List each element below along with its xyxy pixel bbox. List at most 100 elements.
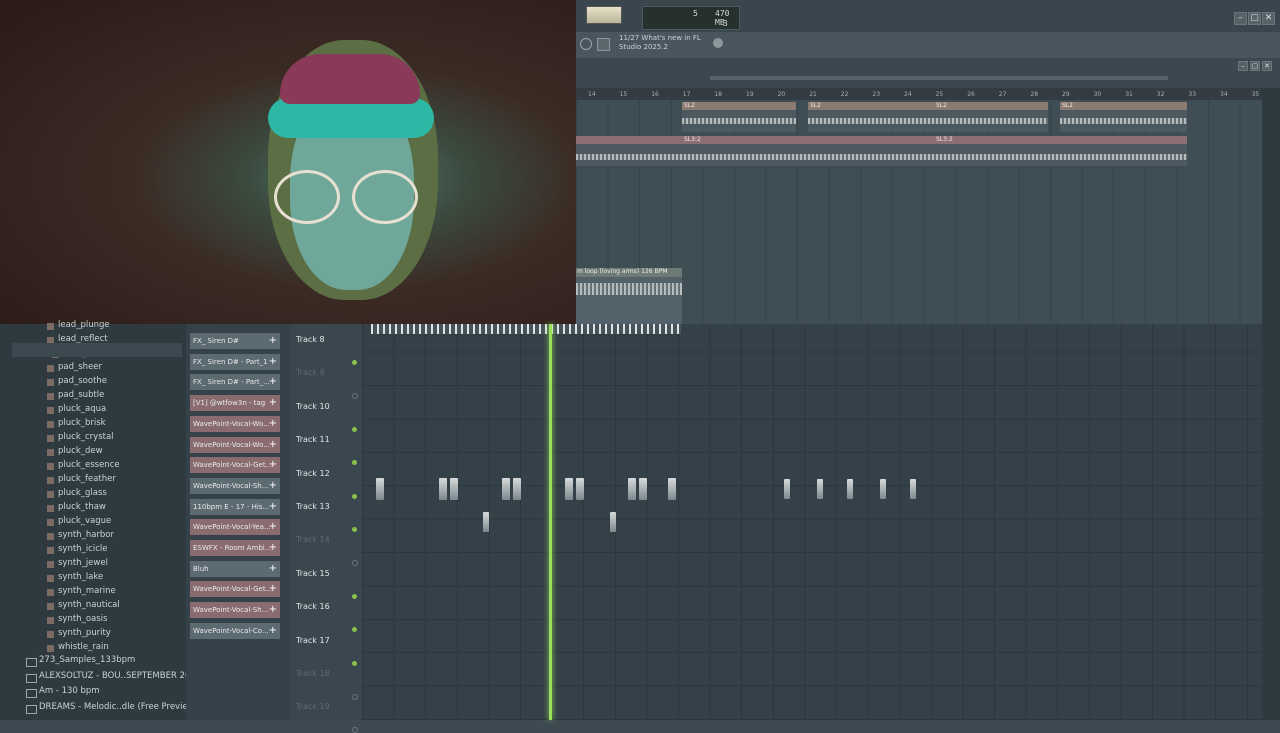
browser-item[interactable]: synth_nautical bbox=[58, 600, 120, 610]
plus-icon[interactable]: + bbox=[269, 581, 277, 597]
audio-slice[interactable] bbox=[439, 478, 447, 500]
playlist-maximize-button[interactable]: ▢ bbox=[1250, 61, 1260, 71]
audio-slice[interactable] bbox=[784, 479, 790, 499]
track-name[interactable]: Track 14 bbox=[296, 535, 330, 544]
audio-slice[interactable] bbox=[376, 478, 384, 500]
audio-slice[interactable] bbox=[817, 479, 823, 499]
track-mute-led[interactable] bbox=[352, 360, 357, 365]
plus-icon[interactable]: + bbox=[269, 354, 277, 370]
news-icon[interactable] bbox=[713, 38, 723, 48]
audio-slice[interactable] bbox=[483, 512, 489, 532]
browser-item[interactable]: pluck_aqua bbox=[58, 404, 106, 414]
audio-slice[interactable] bbox=[513, 478, 521, 500]
browser-item[interactable]: pad_soothe bbox=[58, 376, 107, 386]
channel-button[interactable]: WavePoint-Vocal-Wo... + bbox=[190, 415, 280, 432]
store-icon[interactable] bbox=[597, 38, 610, 51]
audio-clip[interactable] bbox=[576, 136, 1187, 166]
track-mute-led[interactable] bbox=[352, 660, 357, 666]
track-name[interactable]: Track 18 bbox=[296, 669, 330, 678]
track-mute-led[interactable] bbox=[352, 493, 357, 499]
audio-slice[interactable] bbox=[880, 479, 886, 499]
timeline-ruler[interactable]: 14 15 16 17 18 19 20 21 22 23 24 25 26 27 28 29 30 31 32 33… bbox=[576, 88, 1262, 100]
track-mute-led[interactable] bbox=[352, 727, 358, 733]
channel-button[interactable]: WavePoint-Vocal-Get... + bbox=[190, 457, 280, 474]
channel-button[interactable]: WavePoint-Vocal-Co... + bbox=[190, 622, 280, 639]
browser-item[interactable]: synth_marine bbox=[58, 586, 116, 596]
track-name[interactable]: Track 10 bbox=[296, 402, 330, 411]
browser-item[interactable]: synth_jewel bbox=[58, 558, 108, 568]
browser-item[interactable]: synth_purity bbox=[58, 628, 111, 638]
maximize-button[interactable]: ▢ bbox=[1248, 12, 1261, 25]
track-name[interactable]: Track 13 bbox=[296, 502, 330, 511]
browser-item[interactable]: pluck_glass bbox=[58, 488, 107, 498]
audio-slice[interactable] bbox=[847, 479, 853, 499]
hint-bar[interactable]: 11/27 What's new in FL Studio 2025.2 bbox=[619, 34, 715, 52]
browser-item[interactable]: whistle_rain bbox=[58, 642, 109, 652]
horizontal-scrollbar[interactable] bbox=[710, 76, 1168, 80]
browser-item[interactable]: pluck_brisk bbox=[58, 418, 106, 428]
plus-icon[interactable]: + bbox=[269, 540, 277, 556]
browser-item[interactable]: pluck_essence bbox=[58, 460, 120, 470]
vertical-scrollbar[interactable] bbox=[1262, 88, 1280, 720]
channel-button[interactable]: WavePoint-Vocal-Wo... + bbox=[190, 436, 280, 453]
plus-icon[interactable]: + bbox=[269, 519, 277, 535]
channel-button[interactable]: FX_ Siren D# + bbox=[190, 333, 280, 349]
browser-item[interactable]: synth_oasis bbox=[58, 614, 107, 624]
playlist-minimize-button[interactable]: – bbox=[1238, 61, 1248, 71]
audio-slice[interactable] bbox=[450, 478, 458, 500]
audio-slice[interactable] bbox=[628, 478, 636, 500]
browser-item[interactable]: pluck_feather bbox=[58, 474, 116, 484]
track-name[interactable]: Track 12 bbox=[296, 469, 330, 478]
audio-clip[interactable]: SL2 bbox=[934, 102, 1048, 132]
audio-clip[interactable]: SL2 bbox=[1060, 102, 1187, 132]
close-button[interactable]: ✕ bbox=[1262, 12, 1275, 25]
track-name[interactable]: Track 17 bbox=[296, 636, 330, 645]
plus-icon[interactable]: + bbox=[269, 478, 277, 494]
audio-slice[interactable] bbox=[576, 478, 584, 500]
plus-icon[interactable]: + bbox=[269, 499, 277, 515]
channel-button[interactable]: WavePoint-Vocal-Yea... + bbox=[190, 519, 280, 536]
browser-item[interactable]: synth_harbor bbox=[58, 530, 114, 540]
channel-button[interactable]: FX_ Siren D# - Part_1 + bbox=[190, 353, 280, 370]
browser-item[interactable]: pluck_crystal bbox=[58, 432, 114, 442]
plus-icon[interactable]: + bbox=[269, 561, 277, 577]
browser-item[interactable]: pluck_thaw bbox=[58, 502, 106, 512]
track-mute-led[interactable] bbox=[352, 527, 357, 532]
track-name[interactable]: Track 9 bbox=[296, 368, 325, 377]
audio-slice[interactable] bbox=[639, 478, 647, 500]
audio-slice[interactable] bbox=[565, 478, 573, 500]
minimize-button[interactable]: – bbox=[1234, 12, 1247, 25]
track-mute-led[interactable] bbox=[352, 426, 357, 432]
track-name[interactable]: Track 19 bbox=[296, 702, 330, 711]
browser-item[interactable]: pad_subtle bbox=[58, 390, 104, 400]
plus-icon[interactable]: + bbox=[269, 623, 277, 639]
plus-icon[interactable]: + bbox=[269, 457, 277, 473]
audio-slice[interactable] bbox=[910, 479, 916, 499]
track-mute-led[interactable] bbox=[352, 593, 357, 599]
track-name[interactable]: Track 15 bbox=[296, 569, 330, 578]
chopped-sample-strip[interactable] bbox=[371, 324, 681, 334]
channel-button[interactable]: [V1] @wtfow3n - tag + bbox=[190, 395, 280, 412]
track-name[interactable]: Track 16 bbox=[296, 602, 330, 611]
browser-folder[interactable]: DREAMS - Melodic..dle (Free Preview) bbox=[39, 702, 198, 712]
audio-slice[interactable] bbox=[610, 512, 616, 532]
browser-item[interactable]: pluck_dew bbox=[58, 446, 103, 456]
plus-icon[interactable]: + bbox=[269, 374, 277, 390]
playhead[interactable] bbox=[549, 324, 552, 720]
channel-button[interactable]: 110bpm E - 17 - His... + bbox=[190, 498, 280, 515]
track-mute-led[interactable] bbox=[352, 694, 358, 700]
browser-item[interactable]: pluck_vague bbox=[58, 516, 111, 526]
track-name[interactable]: Track 11 bbox=[296, 435, 330, 444]
audio-clip[interactable]: SL2 bbox=[682, 102, 796, 132]
channel-button[interactable]: Bluh + bbox=[190, 560, 280, 577]
channel-button[interactable]: WavePoint-Vocal-Sh... + bbox=[190, 602, 280, 619]
plus-icon[interactable]: + bbox=[269, 602, 277, 618]
plus-icon[interactable]: + bbox=[269, 416, 277, 432]
channel-button[interactable]: ESWFX - Room Ambi... + bbox=[190, 540, 280, 556]
metronome-icon[interactable] bbox=[580, 38, 592, 50]
channel-button[interactable]: FX_ Siren D# - Part_... + bbox=[190, 374, 280, 391]
channel-button[interactable]: WavePoint-Vocal-Get... + bbox=[190, 581, 280, 598]
playlist-close-button[interactable]: ✕ bbox=[1262, 61, 1272, 71]
plus-icon[interactable]: + bbox=[269, 395, 277, 411]
track-name[interactable]: Track 8 bbox=[296, 335, 325, 344]
